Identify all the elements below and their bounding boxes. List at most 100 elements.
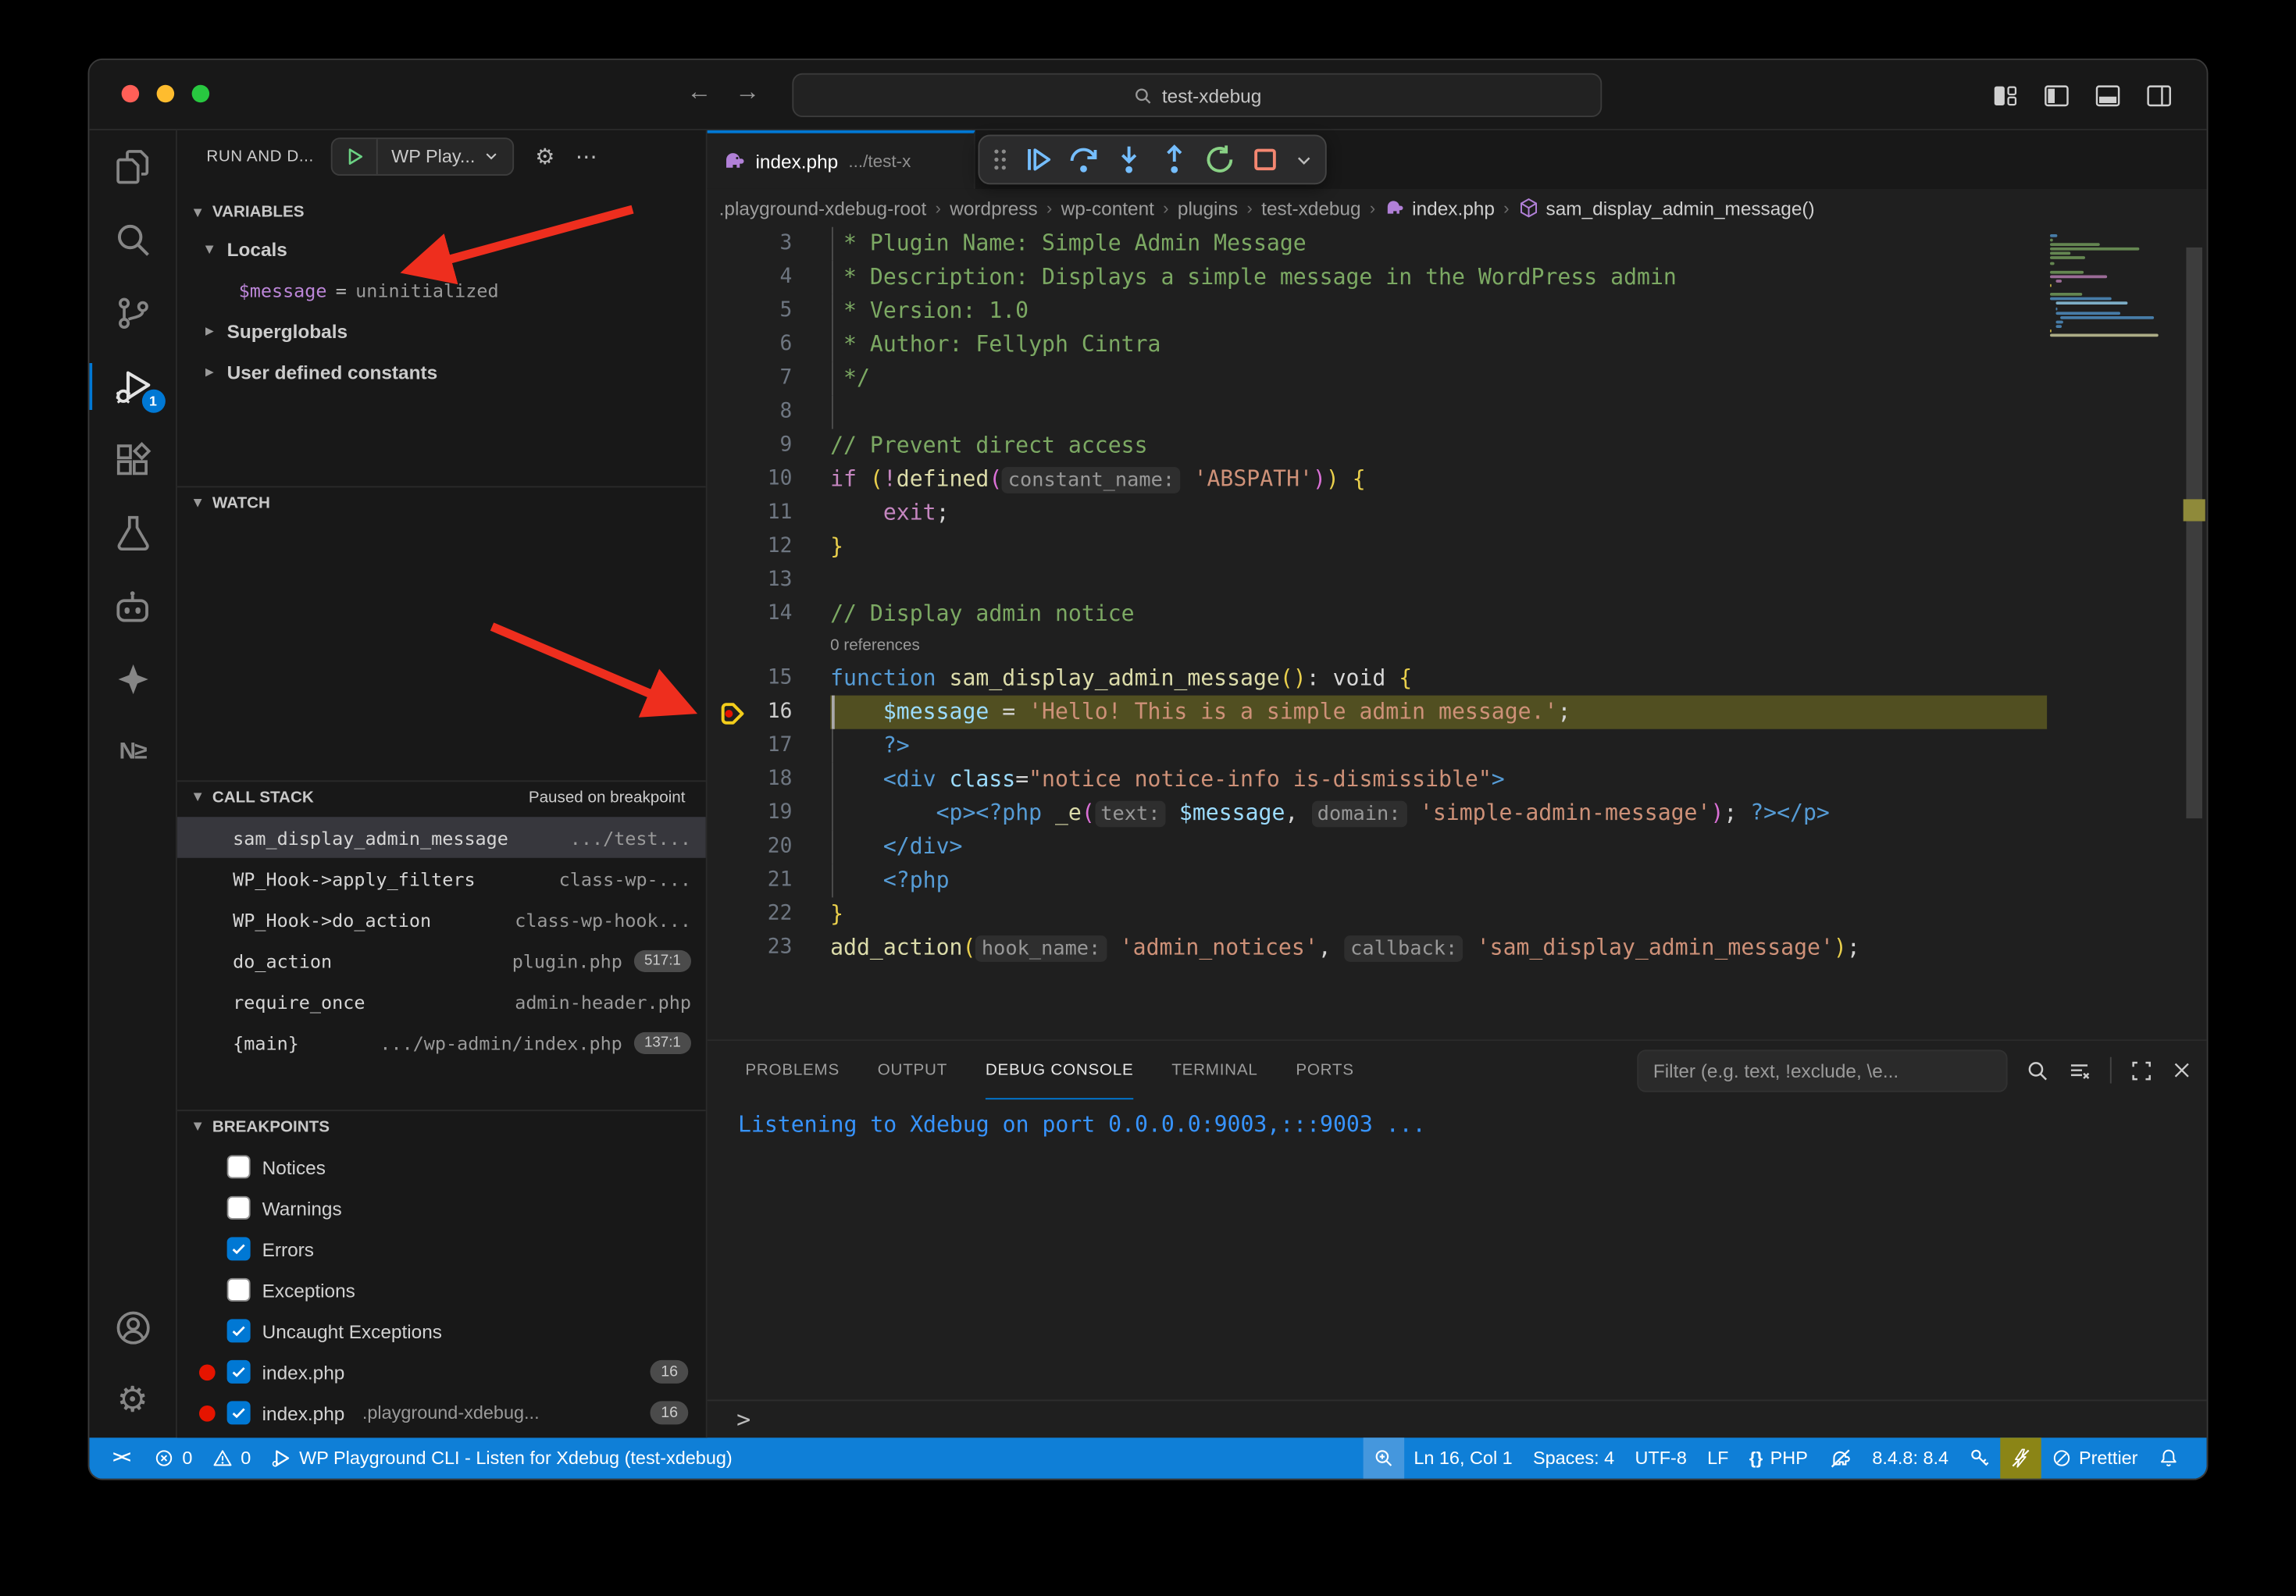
panel-tab-terminal[interactable]: TERMINAL: [1171, 1041, 1257, 1099]
panel-tab-problems[interactable]: PROBLEMS: [745, 1041, 840, 1099]
gutter[interactable]: 19: [708, 796, 831, 830]
callstack-section-header[interactable]: ▾ CALL STACK Paused on breakpoint: [177, 780, 706, 812]
breakpoint-checkbox[interactable]: [227, 1278, 251, 1302]
code-line-17[interactable]: 17 ?>: [708, 729, 2048, 763]
code-line-16[interactable]: 16 $message = 'Hello! This is a simple a…: [708, 696, 2048, 729]
activitybar-sparkle[interactable]: [88, 643, 176, 716]
toggle-primary-sidebar-icon[interactable]: [2045, 84, 2070, 106]
scrollbar[interactable]: [2182, 227, 2207, 1040]
start-debugging-icon[interactable]: [333, 138, 376, 173]
gutter[interactable]: 9: [708, 429, 831, 462]
gutter[interactable]: 11: [708, 497, 831, 530]
breakpoint-checkbox[interactable]: [227, 1319, 251, 1342]
gutter[interactable]: 7: [708, 362, 831, 395]
panel-tab-output[interactable]: OUTPUT: [878, 1041, 947, 1099]
statusbar-spaces-4[interactable]: Spaces: 4: [1523, 1437, 1624, 1479]
watch-section-header[interactable]: ▾ WATCH: [177, 486, 706, 518]
more-actions-icon[interactable]: ⋯: [576, 143, 597, 169]
code-line-19[interactable]: 19 <p><?php _e(text: $message, domain: '…: [708, 796, 2048, 830]
breakpoint-checkbox[interactable]: [227, 1237, 251, 1260]
statusbar-lf[interactable]: LF: [1697, 1437, 1739, 1479]
variable-message[interactable]: $message = uninitialized: [177, 269, 706, 311]
statusbar-remote[interactable]: ><: [89, 1437, 144, 1479]
statusbar-key[interactable]: [1959, 1437, 2000, 1479]
gutter[interactable]: 18: [708, 763, 831, 796]
navigate-forward-icon[interactable]: →: [735, 77, 760, 107]
statusbar-error-circle[interactable]: 0: [144, 1437, 203, 1479]
code-line-13[interactable]: 13: [708, 564, 2048, 597]
activitybar-source-control[interactable]: [88, 276, 176, 350]
breakpoint-row[interactable]: Warnings: [177, 1188, 706, 1229]
gutter[interactable]: 23: [708, 932, 831, 965]
call-stack-frame[interactable]: require_onceadmin-header.php: [177, 981, 706, 1022]
maximize-panel-icon[interactable]: [2130, 1060, 2152, 1081]
scrollbar-thumb[interactable]: [2186, 248, 2202, 818]
statusbar-8-4-8-8-4[interactable]: 8.4.8: 8.4: [1862, 1437, 1959, 1479]
breadcrumb-item[interactable]: .playground-xdebug-root: [719, 197, 927, 219]
breakpoint-checkbox[interactable]: [227, 1155, 251, 1178]
stop-icon[interactable]: [1249, 144, 1281, 176]
breadcrumb-item[interactable]: sam_display_admin_message(): [1546, 197, 1815, 219]
code-line-11[interactable]: 11 exit;: [708, 497, 2048, 530]
code-line-8[interactable]: 8: [708, 395, 2048, 429]
debug-console-input[interactable]: >: [708, 1400, 2207, 1438]
statusbar-debug-start[interactable]: WP Playground CLI - Listen for Xdebug (t…: [261, 1437, 742, 1479]
activitybar-testing[interactable]: [88, 497, 176, 570]
gutter[interactable]: 10: [708, 463, 831, 497]
variables-locals-group[interactable]: ▾ Locals: [177, 229, 706, 270]
statusbar-warning-triangle[interactable]: 0: [202, 1437, 261, 1479]
variables-superglobals-group[interactable]: ▸ Superglobals: [177, 311, 706, 352]
code-line-10[interactable]: 10if (!defined(constant_name: 'ABSPATH')…: [708, 463, 2048, 497]
code-line-23[interactable]: 23add_action(hook_name: 'admin_notices',…: [708, 932, 2048, 965]
code-line-12[interactable]: 12}: [708, 530, 2048, 564]
statusbar-ln-16-col-1[interactable]: Ln 16, Col 1: [1403, 1437, 1523, 1479]
code-line-4[interactable]: 4 * Description: Displays a simple messa…: [708, 261, 2048, 294]
gutter[interactable]: 20: [708, 830, 831, 864]
close-panel-icon[interactable]: [2172, 1060, 2192, 1081]
breadcrumb-item[interactable]: wordpress: [950, 197, 1037, 219]
navigate-back-icon[interactable]: ←: [686, 77, 711, 107]
debug-console-filter-input[interactable]: [1637, 1049, 2007, 1091]
breadcrumb-item[interactable]: index.php: [1412, 197, 1495, 219]
code-line-3[interactable]: 3 * Plugin Name: Simple Admin Message: [708, 227, 2048, 261]
breadcrumb-item[interactable]: plugins: [1178, 197, 1238, 219]
panel-tab-ports[interactable]: PORTS: [1296, 1041, 1353, 1099]
close-window-button[interactable]: [122, 85, 140, 103]
variables-userconstants-group[interactable]: ▸ User defined constants: [177, 351, 706, 393]
call-stack-frame[interactable]: sam_display_admin_message.../test...: [177, 817, 706, 858]
debug-launch-config[interactable]: WP Play...: [331, 137, 515, 175]
call-stack-frame[interactable]: WP_Hook->apply_filtersclass-wp-...: [177, 858, 706, 900]
code-line-15[interactable]: 15function sam_display_admin_message(): …: [708, 662, 2048, 696]
breakpoint-row[interactable]: index.php.playground-xdebug...16: [177, 1392, 706, 1434]
statusbar-zoom-plus[interactable]: [1363, 1437, 1404, 1479]
statusbar-utf-8[interactable]: UTF-8: [1624, 1437, 1697, 1479]
breadcrumb-item[interactable]: wp-content: [1061, 197, 1154, 219]
restart-icon[interactable]: [1203, 144, 1235, 176]
variables-section-header[interactable]: ▾ VARIABLES: [177, 196, 706, 228]
code-line-21[interactable]: 21 <?php: [708, 864, 2048, 897]
drag-grip-icon[interactable]: [991, 147, 1009, 173]
launch-config-select[interactable]: WP Play...: [376, 138, 513, 173]
codelens-references[interactable]: 0 references: [708, 631, 2048, 661]
breakpoints-section-header[interactable]: ▾ BREAKPOINTS: [177, 1110, 706, 1142]
activitybar-chat[interactable]: [88, 569, 176, 643]
gutter[interactable]: 13: [708, 564, 831, 597]
gutter[interactable]: 21: [708, 864, 831, 897]
breakpoint-checkbox[interactable]: [227, 1401, 251, 1424]
code-line-5[interactable]: 5 * Version: 1.0: [708, 294, 2048, 328]
statusbar-elephant-slash[interactable]: [1818, 1437, 1862, 1479]
activitybar-search[interactable]: [88, 204, 176, 277]
activitybar-account[interactable]: [88, 1291, 176, 1365]
activitybar-settings[interactable]: ⚙: [88, 1365, 176, 1438]
call-stack-frame[interactable]: do_actionplugin.php517:1: [177, 940, 706, 981]
step-into-icon[interactable]: [1113, 144, 1145, 176]
statusbar-bell[interactable]: [2148, 1437, 2190, 1479]
code-line-14[interactable]: 14// Display admin notice: [708, 597, 2048, 631]
activitybar-explorer[interactable]: [88, 130, 176, 204]
gutter[interactable]: 6: [708, 328, 831, 362]
gear-icon[interactable]: ⚙: [535, 143, 554, 169]
minimize-window-button[interactable]: [157, 85, 175, 103]
breakpoint-row[interactable]: index.php16: [177, 1352, 706, 1393]
toggle-panel-icon[interactable]: [2095, 84, 2120, 106]
breakpoint-checkbox[interactable]: [227, 1196, 251, 1220]
